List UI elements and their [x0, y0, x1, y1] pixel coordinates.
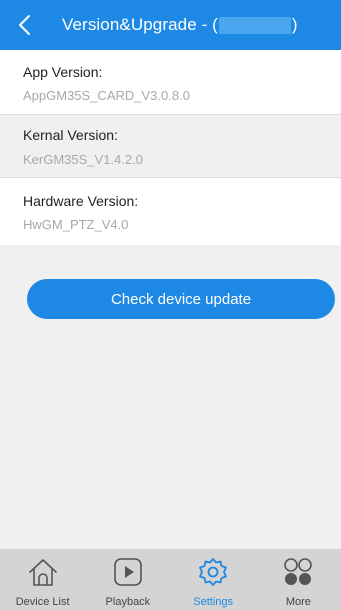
tab-more-label: More — [285, 596, 311, 608]
hardware-version-value: HwGM_PTZ_V4.0 — [23, 217, 129, 232]
kernal-version-section: Kernal Version: KerGM35S_V1.4.2.0 — [0, 115, 341, 177]
home-icon — [27, 556, 59, 588]
more-icon — [282, 556, 314, 588]
hardware-version-label: Hardware Version: — [23, 193, 139, 209]
page-title: Version&Upgrade - ( ) — [62, 13, 298, 37]
app-version-value: AppGM35S_CARD_V3.0.8.0 — [23, 88, 190, 103]
play-icon — [112, 556, 144, 588]
tab-more[interactable]: More — [256, 549, 341, 610]
tab-device-list[interactable]: Device List — [0, 549, 85, 610]
check-device-update-button[interactable]: Check device update — [27, 279, 335, 319]
tab-settings-label: Settings — [193, 596, 233, 608]
back-button[interactable] — [14, 13, 38, 37]
tab-device-list-label: Device List — [15, 596, 70, 608]
tab-playback-label: Playback — [105, 596, 151, 608]
app-header: Version&Upgrade - ( ) — [0, 0, 341, 50]
chevron-left-icon — [19, 15, 30, 35]
tab-settings[interactable]: Settings — [171, 549, 256, 610]
bottom-tab-bar: Device List Playback Settings More — [0, 549, 341, 610]
redacted-device-name — [218, 16, 291, 34]
hardware-version-section: Hardware Version: HwGM_PTZ_V4.0 — [0, 178, 341, 245]
kernal-version-label: Kernal Version: — [23, 127, 118, 143]
gear-icon — [197, 556, 229, 588]
app-version-section: App Version: AppGM35S_CARD_V3.0.8.0 — [0, 50, 341, 114]
kernal-version-value: KerGM35S_V1.4.2.0 — [23, 152, 143, 167]
page-title-suffix: ) — [291, 15, 298, 34]
page-title-text: Version&Upgrade - ( — [62, 15, 218, 34]
app-version-label: App Version: — [23, 64, 103, 80]
tab-playback[interactable]: Playback — [85, 549, 170, 610]
